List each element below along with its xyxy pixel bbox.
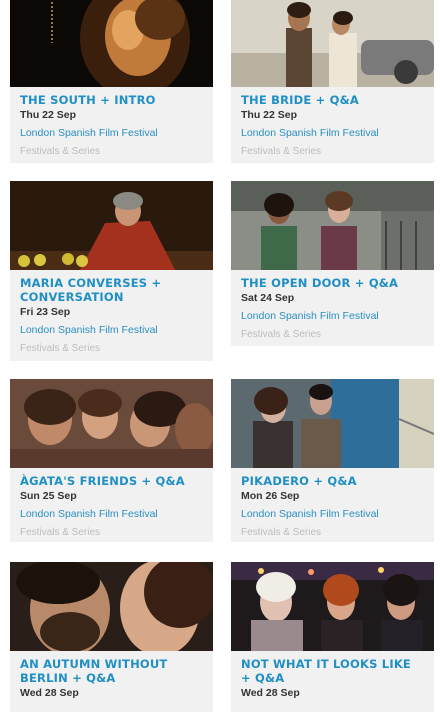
film-still-image xyxy=(10,379,213,468)
event-title[interactable]: MARIA CONVERSES + CONVERSATION xyxy=(20,276,203,304)
category-label[interactable]: Festivals & Series xyxy=(20,526,203,539)
festival-link[interactable]: London Spanish Film Festival xyxy=(241,127,424,140)
event-date: Fri 23 Sep xyxy=(20,306,71,318)
category-label[interactable]: Festivals & Series xyxy=(20,145,203,158)
film-still-image xyxy=(231,562,434,651)
festival-link[interactable]: London Spanish Film Festival xyxy=(20,324,203,337)
film-still-image xyxy=(231,181,434,270)
category-label[interactable]: Festivals & Series xyxy=(241,526,424,539)
festival-link[interactable]: London Spanish Film Festival xyxy=(20,127,203,140)
event-thumbnail[interactable] xyxy=(231,0,434,87)
festival-link[interactable]: London Spanish Film Festival xyxy=(241,508,424,521)
event-date: Sat 24 Sep xyxy=(241,292,295,304)
festival-link[interactable]: London Spanish Film Festival xyxy=(20,508,203,521)
event-card[interactable]: THE BRIDE + Q&A Thu 22 Sep London Spanis… xyxy=(231,0,434,163)
event-title[interactable]: THE BRIDE + Q&A xyxy=(241,93,424,107)
event-card[interactable]: THE SOUTH + INTRO Thu 22 Sep London Span… xyxy=(10,0,213,163)
film-still-image xyxy=(10,0,213,87)
film-still-image xyxy=(10,562,213,651)
event-date: Thu 22 Sep xyxy=(20,109,77,121)
event-card[interactable]: AN AUTUMN WITHOUT BERLIN + Q&A Wed 28 Se… xyxy=(10,562,213,712)
category-label[interactable]: Festivals & Series xyxy=(241,328,424,341)
event-card[interactable]: MARIA CONVERSES + CONVERSATION Fri 23 Se… xyxy=(10,181,213,361)
event-grid: THE SOUTH + INTRO Thu 22 Sep London Span… xyxy=(0,0,440,712)
event-title[interactable]: AN AUTUMN WITHOUT BERLIN + Q&A xyxy=(20,657,203,685)
event-card[interactable]: NOT WHAT IT LOOKS LIKE + Q&A Wed 28 Sep xyxy=(231,562,434,712)
event-thumbnail[interactable] xyxy=(231,379,434,468)
festival-link[interactable]: London Spanish Film Festival xyxy=(241,310,424,323)
event-thumbnail[interactable] xyxy=(10,0,213,87)
film-still-image xyxy=(10,181,213,270)
event-date: Thu 22 Sep xyxy=(241,109,298,121)
category-label[interactable]: Festivals & Series xyxy=(20,342,203,355)
event-title[interactable]: THE SOUTH + INTRO xyxy=(20,93,203,107)
category-label[interactable]: Festivals & Series xyxy=(241,145,424,158)
event-card[interactable]: PIKADERO + Q&A Mon 26 Sep London Spanish… xyxy=(231,379,434,542)
event-title[interactable]: NOT WHAT IT LOOKS LIKE + Q&A xyxy=(241,657,424,685)
film-still-image xyxy=(231,379,434,468)
event-thumbnail[interactable] xyxy=(10,562,213,651)
event-card[interactable]: THE OPEN DOOR + Q&A Sat 24 Sep London Sp… xyxy=(231,181,434,346)
event-thumbnail[interactable] xyxy=(231,562,434,651)
event-title[interactable]: ÀGATA'S FRIENDS + Q&A xyxy=(20,474,203,488)
event-date: Wed 28 Sep xyxy=(241,687,300,699)
event-date: Mon 26 Sep xyxy=(241,490,300,502)
event-thumbnail[interactable] xyxy=(10,181,213,270)
event-card[interactable]: ÀGATA'S FRIENDS + Q&A Sun 25 Sep London … xyxy=(10,379,213,542)
event-date: Wed 28 Sep xyxy=(20,687,79,699)
event-thumbnail[interactable] xyxy=(10,379,213,468)
film-still-image xyxy=(231,0,434,87)
event-title[interactable]: PIKADERO + Q&A xyxy=(241,474,424,488)
event-thumbnail[interactable] xyxy=(231,181,434,270)
event-date: Sun 25 Sep xyxy=(20,490,77,502)
event-title[interactable]: THE OPEN DOOR + Q&A xyxy=(241,276,424,290)
